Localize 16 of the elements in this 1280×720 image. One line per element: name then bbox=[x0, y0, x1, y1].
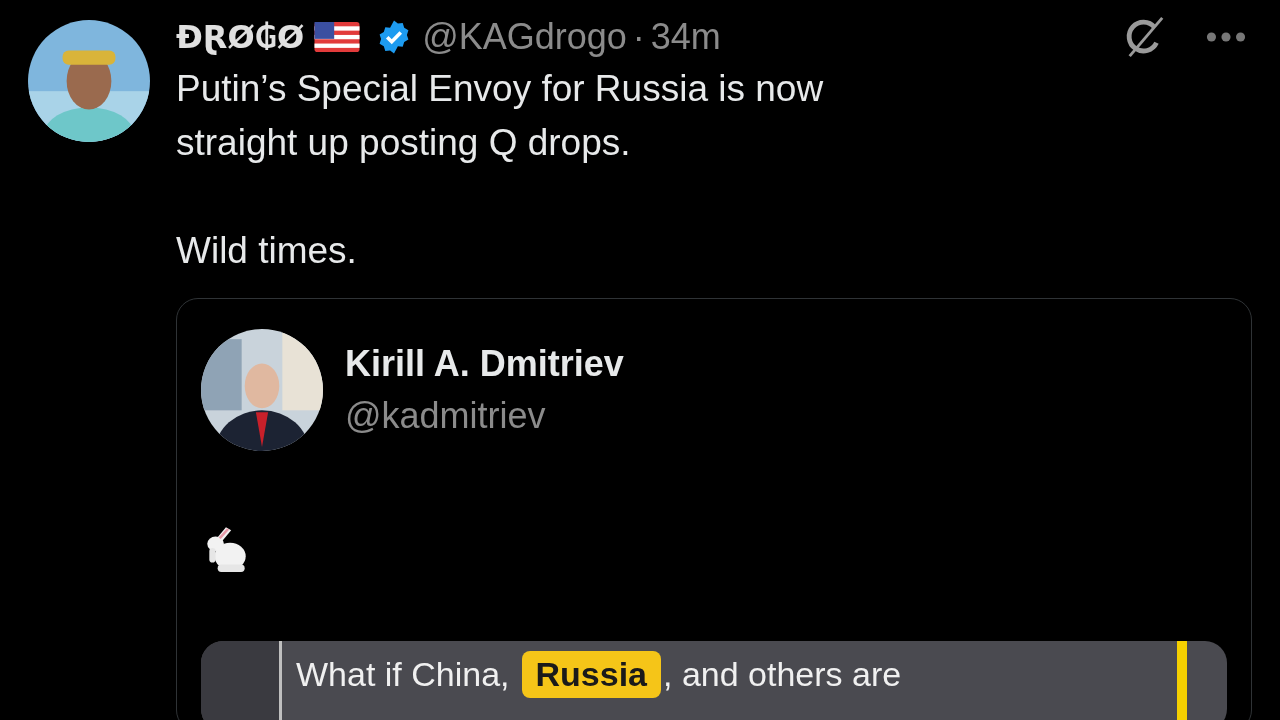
caption-text: Russia bbox=[521, 651, 662, 698]
display-name[interactable]: Kirill A. Dmitriev bbox=[345, 343, 624, 385]
separator: · bbox=[632, 16, 645, 58]
caption-text: What if China, bbox=[296, 655, 510, 694]
post-text: Putin’s Special Envoy for Russia is now bbox=[176, 67, 825, 111]
user-handle[interactable]: @kadmitriev bbox=[345, 395, 624, 437]
caption-text: , and others are bbox=[663, 655, 902, 694]
media-screenshot[interactable]: What if China, Russia , and others are bbox=[201, 641, 1227, 720]
quoted-post-card[interactable]: Kirill A. Dmitriev @kadmitriev What if China, Russia , and others are bbox=[176, 298, 1252, 720]
more-options-icon[interactable] bbox=[1206, 31, 1246, 43]
post-text: Wild times. bbox=[176, 229, 358, 273]
post-text: straight up posting Q drops. bbox=[176, 121, 632, 165]
user-handle[interactable]: @KAGdrogo bbox=[422, 16, 627, 58]
flag-icon bbox=[314, 22, 361, 52]
display-name[interactable]: ĐⱤØ₲Ø bbox=[176, 18, 305, 56]
post-time[interactable]: 34m bbox=[650, 16, 721, 58]
